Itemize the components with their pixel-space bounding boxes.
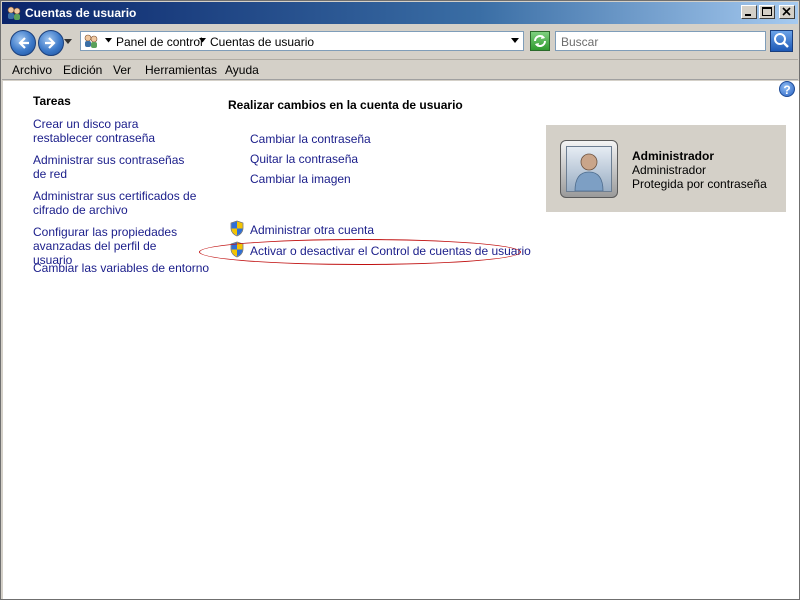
user-silhouette-icon — [574, 153, 604, 192]
search-box[interactable] — [555, 31, 766, 51]
maximize-icon — [762, 7, 772, 16]
search-button[interactable] — [770, 30, 793, 52]
account-type: Administrador — [632, 163, 707, 177]
breadcrumb-panel-de-control[interactable]: Panel de control — [116, 35, 203, 49]
menu-edicion[interactable]: Edición — [63, 63, 102, 77]
change-password-link[interactable]: Cambiar la contraseña — [250, 132, 371, 146]
menu-bar: Archivo Edición Ver Herramientas Ayuda — [2, 60, 798, 80]
back-button[interactable] — [10, 30, 36, 56]
account-status: Protegida por contraseña — [632, 177, 767, 191]
refresh-icon — [534, 35, 546, 47]
breadcrumb-cuentas-de-usuario[interactable]: Cuentas de usuario — [210, 35, 314, 49]
account-name: Administrador — [632, 149, 715, 163]
remove-password-link[interactable]: Quitar la contraseña — [250, 152, 358, 166]
uac-shield-icon — [230, 220, 244, 237]
account-card: Administrador Administrador Protegida po… — [546, 125, 786, 212]
menu-ayuda[interactable]: Ayuda — [225, 63, 259, 77]
content-area: ? Tareas Crear un disco para restablecer… — [3, 81, 799, 599]
forward-button[interactable] — [38, 30, 64, 56]
menu-ver[interactable]: Ver — [113, 63, 131, 77]
magnifier-icon — [774, 33, 789, 48]
breadcrumb-chevron-icon[interactable] — [199, 38, 206, 43]
minimize-icon — [745, 14, 751, 16]
menu-archivo[interactable]: Archivo — [12, 63, 52, 77]
close-button[interactable] — [779, 5, 795, 19]
task-create-reset-disk[interactable]: Crear un disco para restablecer contrase… — [33, 117, 198, 145]
help-icon: ? — [783, 83, 791, 97]
task-manage-certificates[interactable]: Administrar sus certificados de cifrado … — [33, 189, 198, 217]
menu-herramientas[interactable]: Herramientas — [145, 63, 217, 77]
back-arrow-icon — [18, 37, 29, 49]
minimize-button[interactable] — [741, 5, 757, 19]
manage-other-account-link[interactable]: Administrar otra cuenta — [250, 223, 374, 237]
users-icon — [6, 5, 22, 21]
window: Cuentas de usuario Panel de control Cuen… — [0, 0, 800, 600]
tasks-heading: Tareas — [33, 94, 71, 108]
refresh-button[interactable] — [530, 31, 550, 51]
change-picture-link[interactable]: Cambiar la imagen — [250, 172, 351, 186]
task-environment-variables[interactable]: Cambiar las variables de entorno — [33, 261, 213, 275]
task-manage-network-passwords[interactable]: Administrar sus contraseñas de red — [33, 153, 198, 181]
navigation-bar: Panel de control Cuentas de usuario — [2, 25, 798, 60]
address-dropdown-icon[interactable] — [511, 38, 519, 44]
page-title: Realizar cambios en la cuenta de usuario — [228, 98, 463, 112]
close-icon — [782, 7, 791, 16]
maximize-button[interactable] — [759, 5, 775, 19]
recent-pages-chevron-icon[interactable] — [64, 39, 72, 45]
highlight-ellipse — [199, 239, 521, 265]
help-button[interactable]: ? — [779, 81, 795, 97]
breadcrumb-chevron-icon[interactable] — [105, 38, 112, 43]
search-input[interactable] — [559, 33, 753, 51]
avatar[interactable] — [560, 140, 618, 198]
users-icon — [83, 33, 99, 49]
forward-arrow-icon — [45, 37, 56, 49]
address-bar[interactable]: Panel de control Cuentas de usuario — [80, 31, 524, 51]
title-bar: Cuentas de usuario — [2, 2, 798, 24]
window-title: Cuentas de usuario — [25, 6, 137, 20]
